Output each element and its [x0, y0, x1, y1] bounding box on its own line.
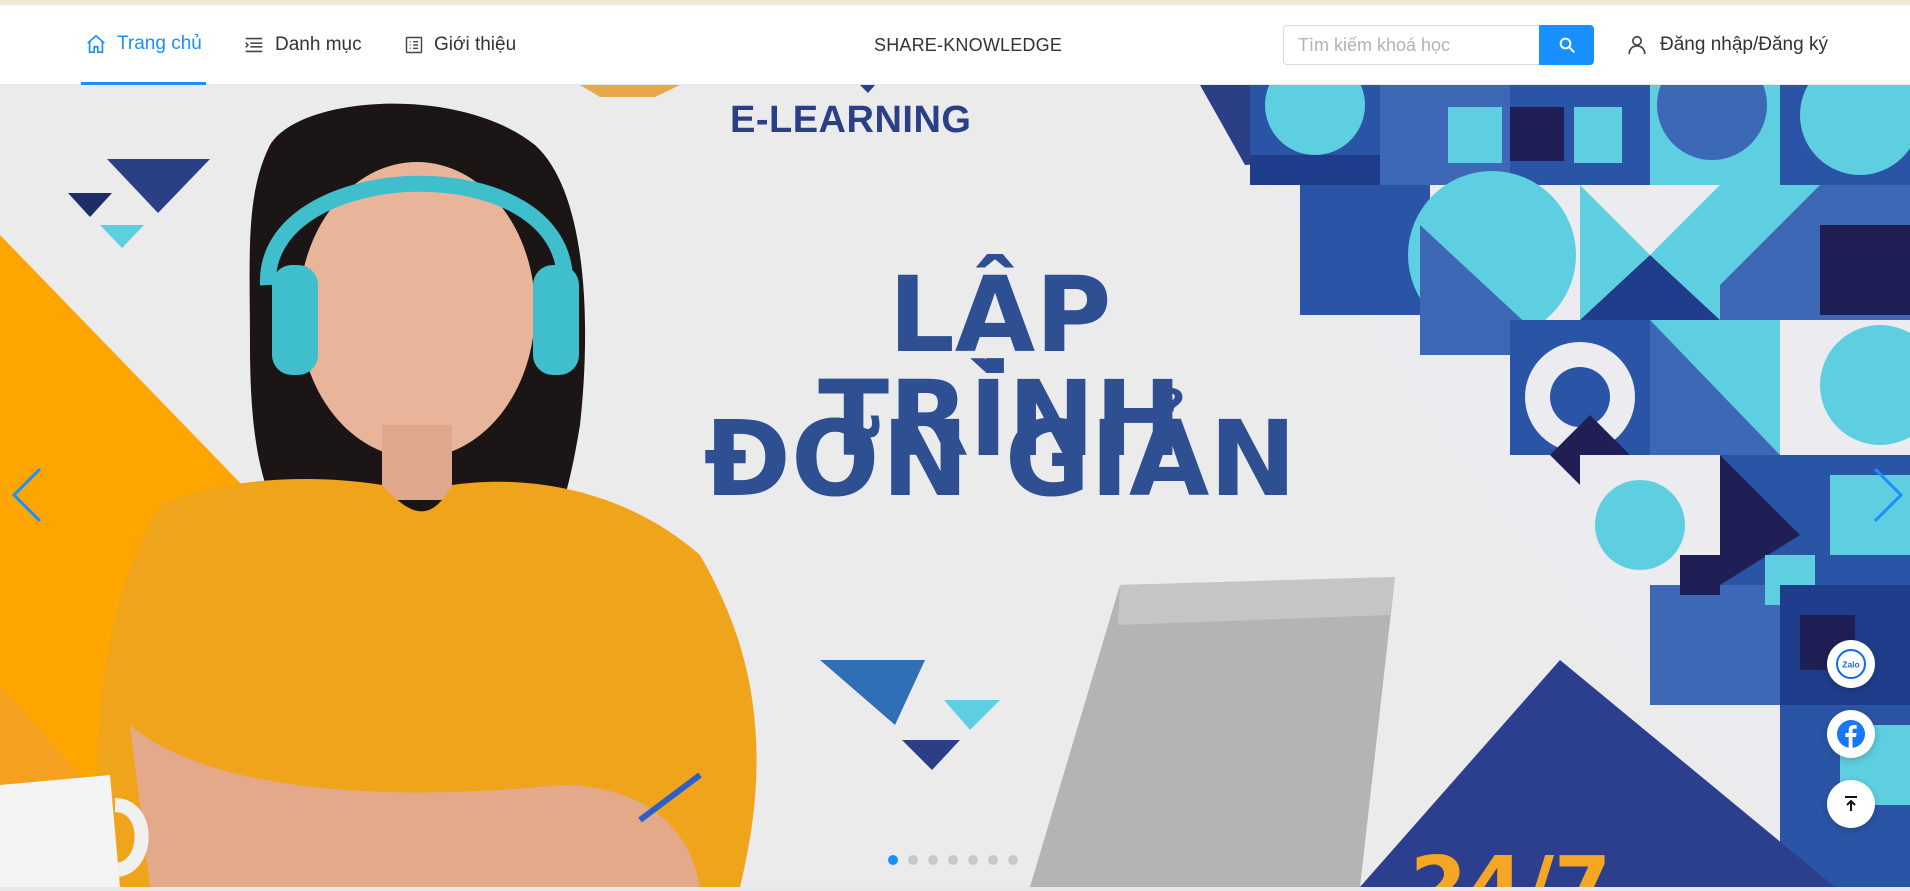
- search-icon: [1559, 37, 1575, 53]
- search-input[interactable]: [1283, 25, 1539, 65]
- carousel-dot[interactable]: [908, 855, 918, 865]
- carousel-dot[interactable]: [988, 855, 998, 865]
- banner-headline-line2: ĐƠN GIẢN: [703, 398, 1297, 520]
- nav-item-home[interactable]: Trang chủ: [81, 5, 206, 85]
- carousel-dot[interactable]: [928, 855, 938, 865]
- hero-carousel: 24/7 E-LEARNING LẬP TRÌNH ĐƠN GIẢN: [0, 85, 1910, 887]
- site-brand[interactable]: SHARE-KNOWLEDGE: [874, 5, 1062, 85]
- carousel-dot[interactable]: [968, 855, 978, 865]
- nav-item-categories[interactable]: Danh mục: [243, 5, 362, 85]
- login-register-label: Đăng nhập/Đăng ký: [1660, 34, 1828, 55]
- carousel-prev-button[interactable]: [5, 460, 49, 530]
- chevron-right-icon: [1873, 467, 1904, 523]
- nav-item-about[interactable]: Giới thiệu: [404, 5, 516, 85]
- zalo-icon: Zalo: [1836, 649, 1866, 679]
- user-icon: [1628, 35, 1646, 55]
- page-bottom-border: [0, 887, 1910, 891]
- facebook-icon: [1837, 720, 1865, 748]
- nav-item-home-label: Trang chủ: [117, 32, 202, 54]
- search-button[interactable]: [1539, 25, 1594, 65]
- login-register-link[interactable]: Đăng nhập/Đăng ký: [1626, 5, 1828, 85]
- facebook-button[interactable]: [1827, 710, 1875, 758]
- carousel-dot[interactable]: [1008, 855, 1018, 865]
- document-list-icon: [405, 36, 423, 54]
- back-to-top-icon: [1845, 796, 1857, 811]
- back-to-top-button[interactable]: [1827, 780, 1875, 828]
- zalo-label: Zalo: [1842, 660, 1859, 670]
- carousel-dot[interactable]: [888, 855, 898, 865]
- nav-item-about-label: Giới thiệu: [434, 34, 517, 55]
- carousel-dot[interactable]: [948, 855, 958, 865]
- zalo-button[interactable]: Zalo: [1827, 640, 1875, 688]
- corner-247-text: 24/7: [1410, 840, 1611, 887]
- site-header: Trang chủ Danh mục Giới thiệu SHARE-KNOW…: [0, 5, 1910, 85]
- menu-list-icon: [245, 37, 263, 53]
- nav-item-categories-label: Danh mục: [275, 34, 362, 55]
- chevron-left-icon: [11, 467, 42, 523]
- banner-brand-text: E-LEARNING: [730, 99, 972, 141]
- search-box: [1283, 25, 1594, 65]
- carousel-pagination: [888, 855, 1018, 865]
- carousel-next-button[interactable]: [1866, 460, 1910, 530]
- home-icon: [87, 34, 105, 53]
